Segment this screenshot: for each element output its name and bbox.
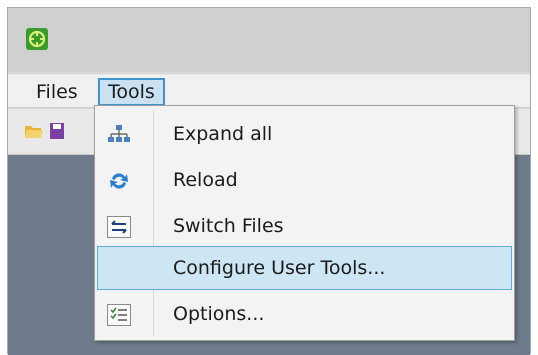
menu-item-label: Configure User Tools... xyxy=(173,257,386,279)
menu-item-switch-files[interactable]: Switch Files xyxy=(97,204,512,248)
open-folder-icon[interactable] xyxy=(24,122,44,140)
menu-item-options[interactable]: Options... xyxy=(97,292,512,336)
menu-item-reload[interactable]: Reload xyxy=(97,158,512,202)
reload-icon xyxy=(110,173,128,189)
menu-tools[interactable]: Tools xyxy=(98,78,165,106)
menu-item-label: Options... xyxy=(173,303,265,325)
menu-item-label: Reload xyxy=(173,169,238,191)
menu-item-label: Expand all xyxy=(173,123,273,145)
menu-item-configure-user-tools[interactable]: Configure User Tools... xyxy=(97,246,512,290)
switch-files-icon xyxy=(107,216,131,238)
tools-dropdown-menu: Expand all Reload Switch Files Configure… xyxy=(94,105,515,341)
app-logo-icon xyxy=(26,28,48,50)
menu-files[interactable]: Files xyxy=(28,78,86,106)
options-icon xyxy=(107,304,131,326)
menu-bar: Files Tools xyxy=(8,74,530,108)
menu-item-expand-all[interactable]: Expand all xyxy=(97,112,512,156)
save-icon[interactable] xyxy=(50,122,64,140)
title-bar xyxy=(8,8,530,72)
menu-item-label: Switch Files xyxy=(173,215,284,237)
expand-all-icon xyxy=(108,125,130,142)
